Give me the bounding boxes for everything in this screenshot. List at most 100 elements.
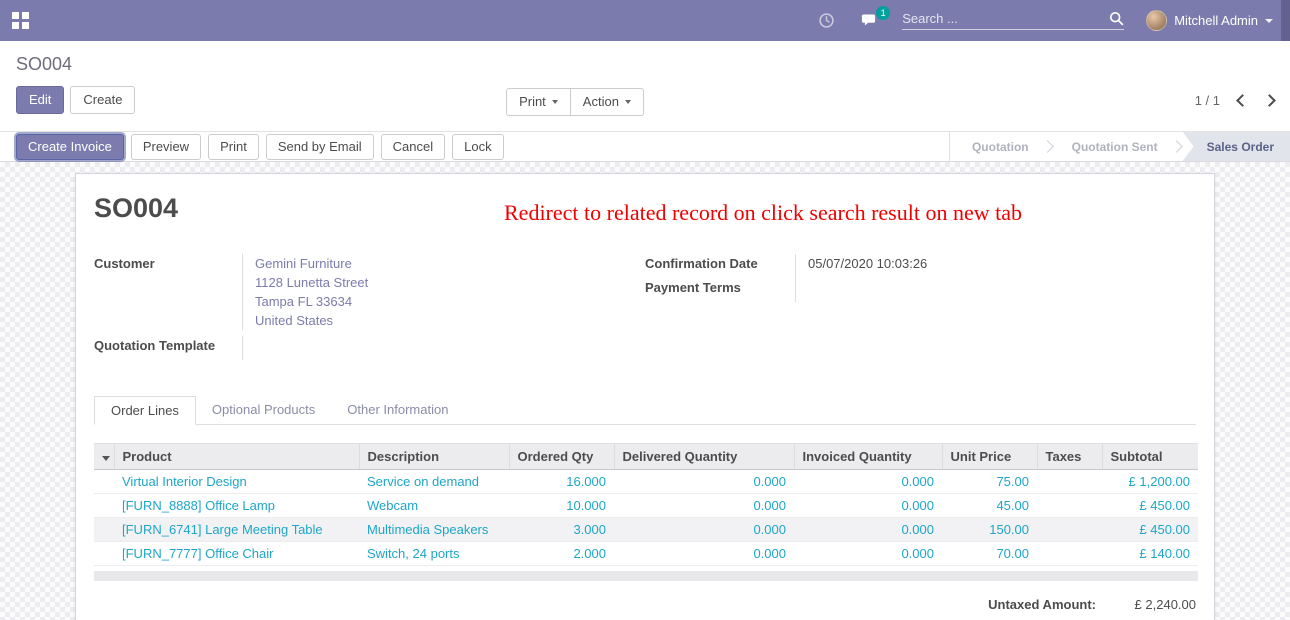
cell-unit-price[interactable]: 150.00 <box>942 518 1037 542</box>
pager-next-button[interactable] <box>1263 94 1276 107</box>
order-line-row[interactable]: [FURN_6741] Large Meeting TableMultimedi… <box>94 518 1198 542</box>
cell-ordered-qty[interactable]: 3.000 <box>509 518 614 542</box>
statusbar: Create Invoice Preview Print Send by Ema… <box>0 131 1290 162</box>
state-quotation-sent[interactable]: Quotation Sent <box>1054 132 1176 161</box>
send-by-email-button[interactable]: Send by Email <box>266 134 374 160</box>
cell-invoiced-qty[interactable]: 0.000 <box>794 518 942 542</box>
payment-terms-label: Payment Terms <box>645 278 795 302</box>
header-unit-price[interactable]: Unit Price <box>942 444 1037 470</box>
tab-other-information[interactable]: Other Information <box>331 396 464 425</box>
cell-product[interactable]: [FURN_7777] Office Chair <box>114 542 359 566</box>
header-description[interactable]: Description <box>359 444 509 470</box>
caret-down-icon <box>102 456 110 461</box>
table-footer-strip <box>94 571 1198 581</box>
row-handle-cell <box>94 518 114 542</box>
row-handle-cell <box>94 470 114 494</box>
cell-product[interactable]: [FURN_6741] Large Meeting Table <box>114 518 359 542</box>
global-search <box>902 11 1124 30</box>
caret-down-icon <box>552 100 558 104</box>
cancel-button[interactable]: Cancel <box>381 134 445 160</box>
content-area: SO004 Redirect to related record on clic… <box>0 162 1290 620</box>
lock-button[interactable]: Lock <box>452 134 503 160</box>
tab-order-lines[interactable]: Order Lines <box>94 396 196 425</box>
user-name: Mitchell Admin <box>1174 13 1258 28</box>
cell-delivered-qty[interactable]: 0.000 <box>614 494 794 518</box>
cell-description[interactable]: Service on demand <box>359 470 509 494</box>
cell-unit-price[interactable]: 70.00 <box>942 542 1037 566</box>
order-lines-body: Virtual Interior DesignService on demand… <box>94 470 1198 566</box>
cell-taxes[interactable] <box>1037 470 1102 494</box>
caret-down-icon <box>625 100 631 104</box>
cell-taxes[interactable] <box>1037 494 1102 518</box>
confirmation-date-value: 05/07/2020 10:03:26 <box>808 254 1156 278</box>
form-sheet: SO004 Redirect to related record on clic… <box>75 173 1215 620</box>
customer-label: Customer <box>94 254 242 273</box>
totals-row: Untaxed Amount: £ 2,240.00 <box>94 597 1196 612</box>
cell-invoiced-qty[interactable]: 0.000 <box>794 470 942 494</box>
cell-subtotal[interactable]: £ 1,200.00 <box>1102 470 1198 494</box>
cell-delivered-qty[interactable]: 0.000 <box>614 470 794 494</box>
search-icon[interactable] <box>1109 11 1124 26</box>
customer-country[interactable]: United States <box>255 311 645 330</box>
order-line-row[interactable]: [FURN_8888] Office LampWebcam10.0000.000… <box>94 494 1198 518</box>
state-sales-order[interactable]: Sales Order <box>1183 132 1290 161</box>
print-button[interactable]: Print <box>208 134 259 160</box>
cell-unit-price[interactable]: 45.00 <box>942 494 1037 518</box>
confirmation-date-label: Confirmation Date <box>645 254 795 278</box>
cell-description[interactable]: Switch, 24 ports <box>359 542 509 566</box>
cell-subtotal[interactable]: £ 140.00 <box>1102 542 1198 566</box>
header-ordered-qty[interactable]: Ordered Qty <box>509 444 614 470</box>
cell-invoiced-qty[interactable]: 0.000 <box>794 542 942 566</box>
cell-unit-price[interactable]: 75.00 <box>942 470 1037 494</box>
order-line-row[interactable]: [FURN_7777] Office ChairSwitch, 24 ports… <box>94 542 1198 566</box>
search-input[interactable] <box>902 11 1109 26</box>
cell-product[interactable]: [FURN_8888] Office Lamp <box>114 494 359 518</box>
overlay-annotation: Redirect to related record on click sear… <box>504 200 1022 226</box>
notebook-tabs: Order Lines Optional Products Other Info… <box>94 396 1196 425</box>
control-panel: SO004 Edit Create Print Action 1 / 1 <box>0 41 1290 131</box>
messages-chat-icon[interactable]: 1 <box>861 13 880 29</box>
cell-ordered-qty[interactable]: 16.000 <box>509 470 614 494</box>
state-quotation[interactable]: Quotation <box>954 132 1047 161</box>
create-invoice-button[interactable]: Create Invoice <box>16 134 124 160</box>
header-caret-cell[interactable] <box>94 444 114 470</box>
activities-clock-icon[interactable] <box>818 12 835 29</box>
breadcrumb: SO004 <box>16 51 1274 77</box>
cell-subtotal[interactable]: £ 450.00 <box>1102 494 1198 518</box>
order-line-row[interactable]: Virtual Interior DesignService on demand… <box>94 470 1198 494</box>
pager: 1 / 1 <box>1195 93 1274 108</box>
header-subtotal[interactable]: Subtotal <box>1102 444 1198 470</box>
payment-terms-value[interactable] <box>808 278 1156 302</box>
customer-name-link[interactable]: Gemini Furniture <box>255 254 645 273</box>
preview-button[interactable]: Preview <box>131 134 201 160</box>
customer-street[interactable]: 1128 Lunetta Street <box>255 273 645 292</box>
customer-city[interactable]: Tampa FL 33634 <box>255 292 645 311</box>
create-button[interactable]: Create <box>70 86 135 114</box>
cell-invoiced-qty[interactable]: 0.000 <box>794 494 942 518</box>
cell-delivered-qty[interactable]: 0.000 <box>614 518 794 542</box>
user-menu[interactable]: Mitchell Admin <box>1146 10 1273 31</box>
cell-ordered-qty[interactable]: 2.000 <box>509 542 614 566</box>
header-invoiced-quantity[interactable]: Invoiced Quantity <box>794 444 942 470</box>
top-navbar: 1 Mitchell Admin <box>0 0 1290 41</box>
header-taxes[interactable]: Taxes <box>1037 444 1102 470</box>
tab-optional-products[interactable]: Optional Products <box>196 396 331 425</box>
pager-previous-button[interactable] <box>1236 94 1249 107</box>
edit-button[interactable]: Edit <box>16 86 64 114</box>
header-delivered-quantity[interactable]: Delivered Quantity <box>614 444 794 470</box>
quotation-template-field: Quotation Template <box>94 336 645 360</box>
quotation-template-value[interactable] <box>255 336 645 360</box>
cell-product[interactable]: Virtual Interior Design <box>114 470 359 494</box>
cell-subtotal[interactable]: £ 450.00 <box>1102 518 1198 542</box>
header-product[interactable]: Product <box>114 444 359 470</box>
chevron-down-icon <box>1265 19 1273 23</box>
cell-description[interactable]: Multimedia Speakers <box>359 518 509 542</box>
action-menu-button[interactable]: Action <box>570 88 644 116</box>
cell-delivered-qty[interactable]: 0.000 <box>614 542 794 566</box>
cell-description[interactable]: Webcam <box>359 494 509 518</box>
cell-taxes[interactable] <box>1037 542 1102 566</box>
cell-ordered-qty[interactable]: 10.000 <box>509 494 614 518</box>
cell-taxes[interactable] <box>1037 518 1102 542</box>
apps-menu-icon[interactable] <box>12 12 29 29</box>
print-menu-button[interactable]: Print <box>506 88 571 116</box>
